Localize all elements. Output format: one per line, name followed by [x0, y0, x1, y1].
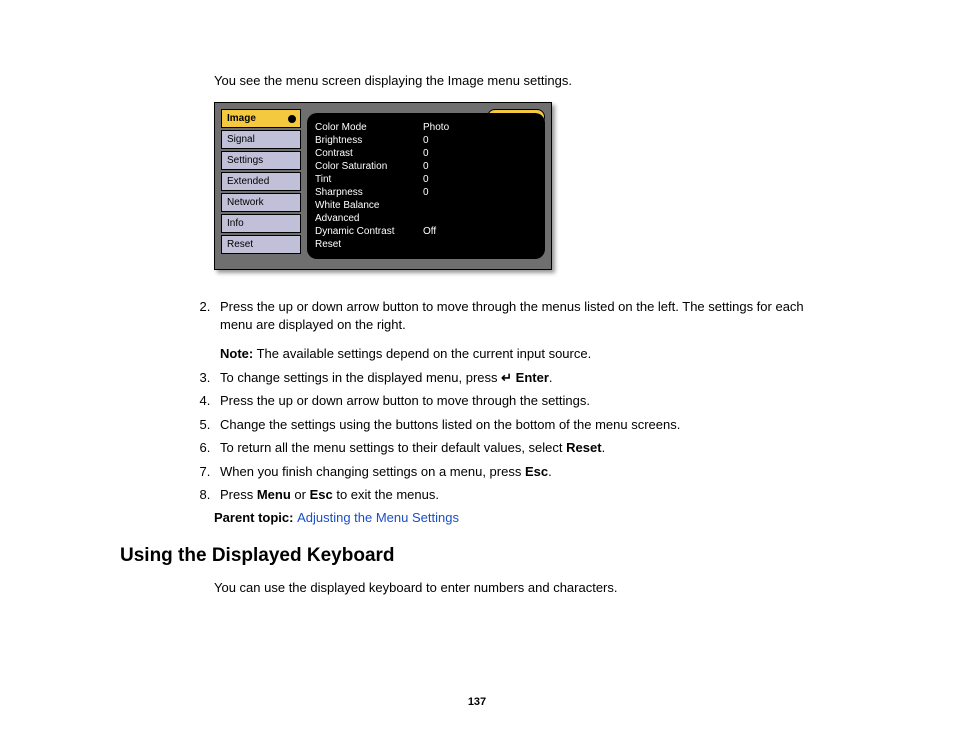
- parent-topic-link[interactable]: Adjusting the Menu Settings: [297, 510, 459, 525]
- setting-label: Color Mode: [315, 121, 423, 134]
- setting-value: Off: [423, 225, 436, 238]
- setting-value: 0: [423, 173, 429, 186]
- setting-value: 0: [423, 134, 429, 147]
- setting-label: White Balance: [315, 199, 423, 212]
- esc-label: Esc: [525, 464, 548, 479]
- esc-label: Esc: [310, 487, 333, 502]
- step-6: To return all the menu settings to their…: [214, 439, 834, 457]
- setting-label: Sharpness: [315, 186, 423, 199]
- page: You see the menu screen displaying the I…: [0, 0, 954, 738]
- steps-list: Press the up or down arrow button to mov…: [194, 298, 834, 504]
- step-text: Press: [220, 487, 257, 502]
- menu-tab-label: Settings: [227, 151, 263, 170]
- setting-row[interactable]: Sharpness0: [315, 186, 537, 199]
- parent-topic-row: Parent topic: Adjusting the Menu Setting…: [214, 510, 834, 525]
- section-intro: You can use the displayed keyboard to en…: [214, 580, 834, 595]
- menu-tabs: Image Signal Settings Extended Network I…: [221, 109, 301, 259]
- step-8: Press Menu or Esc to exit the menus.: [214, 486, 834, 504]
- enter-arrow-icon: ↵: [501, 370, 512, 385]
- step-text: To return all the menu settings to their…: [220, 440, 566, 455]
- step-text: or: [291, 487, 310, 502]
- setting-value: 0: [423, 147, 429, 160]
- settings-box: Color ModePhoto Brightness0 Contrast0 Co…: [307, 113, 545, 259]
- setting-row[interactable]: Brightness0: [315, 134, 537, 147]
- menu-tab-label: Network: [227, 193, 264, 212]
- menu-tab-image[interactable]: Image: [221, 109, 301, 128]
- setting-row[interactable]: Color ModePhoto: [315, 121, 537, 134]
- setting-label: Tint: [315, 173, 423, 186]
- step-5: Change the settings using the buttons li…: [214, 416, 834, 434]
- setting-row[interactable]: Color Saturation0: [315, 160, 537, 173]
- step-text: .: [602, 440, 606, 455]
- page-number: 137: [0, 696, 954, 708]
- setting-row[interactable]: Tint0: [315, 173, 537, 186]
- setting-row[interactable]: Reset: [315, 238, 537, 251]
- menu-tab-label: Reset: [227, 235, 253, 254]
- menu-tab-signal[interactable]: Signal: [221, 130, 301, 149]
- note-label: Note:: [220, 346, 253, 361]
- setting-label: Color Saturation: [315, 160, 423, 173]
- menu-body: Image Signal Settings Extended Network I…: [221, 109, 545, 259]
- setting-label: Brightness: [315, 134, 423, 147]
- menu-tab-extended[interactable]: Extended: [221, 172, 301, 191]
- step-text: Press the up or down arrow button to mov…: [220, 393, 590, 408]
- setting-label: Advanced: [315, 212, 423, 225]
- menu-tab-label: Info: [227, 214, 244, 233]
- step-text: When you finish changing settings on a m…: [220, 464, 525, 479]
- setting-value: Photo: [423, 121, 449, 134]
- menu-tab-label: Image: [227, 109, 256, 128]
- setting-label: Contrast: [315, 147, 423, 160]
- menu-tab-reset[interactable]: Reset: [221, 235, 301, 254]
- setting-label: Reset: [315, 238, 423, 251]
- note-text: The available settings depend on the cur…: [253, 346, 591, 361]
- step-4: Press the up or down arrow button to mov…: [214, 392, 834, 410]
- enter-label: Enter: [512, 370, 549, 385]
- steps-wrapper: Press the up or down arrow button to mov…: [194, 298, 834, 504]
- menu-panel: Return Color ModePhoto Brightness0 Contr…: [307, 109, 545, 259]
- setting-row[interactable]: Dynamic ContrastOff: [315, 225, 537, 238]
- step-text: Change the settings using the buttons li…: [220, 417, 680, 432]
- setting-row[interactable]: Contrast0: [315, 147, 537, 160]
- step-text: Press the up or down arrow button to mov…: [220, 299, 804, 332]
- step-text: To change settings in the displayed menu…: [220, 370, 501, 385]
- setting-value: 0: [423, 160, 429, 173]
- step-3: To change settings in the displayed menu…: [214, 369, 834, 387]
- note-block: Note: The available settings depend on t…: [220, 345, 834, 363]
- content-column: You see the menu screen displaying the I…: [214, 73, 834, 595]
- setting-value: 0: [423, 186, 429, 199]
- menu-label: Menu: [257, 487, 291, 502]
- menu-tab-label: Signal: [227, 130, 255, 149]
- intro-text: You see the menu screen displaying the I…: [214, 73, 834, 88]
- section-heading: Using the Displayed Keyboard: [120, 545, 834, 567]
- projector-menu-figure: Image Signal Settings Extended Network I…: [214, 102, 552, 270]
- step-7: When you finish changing settings on a m…: [214, 463, 834, 481]
- setting-row[interactable]: White Balance: [315, 199, 537, 212]
- enter-dot-icon: [288, 115, 296, 123]
- setting-label: Dynamic Contrast: [315, 225, 423, 238]
- step-text: .: [548, 464, 552, 479]
- menu-tab-settings[interactable]: Settings: [221, 151, 301, 170]
- menu-tab-label: Extended: [227, 172, 269, 191]
- reset-label: Reset: [566, 440, 601, 455]
- setting-row[interactable]: Advanced: [315, 212, 537, 225]
- step-text: .: [549, 370, 553, 385]
- menu-tab-network[interactable]: Network: [221, 193, 301, 212]
- step-2: Press the up or down arrow button to mov…: [214, 298, 834, 363]
- step-text: to exit the menus.: [333, 487, 439, 502]
- parent-topic-label: Parent topic:: [214, 510, 297, 525]
- menu-tab-info[interactable]: Info: [221, 214, 301, 233]
